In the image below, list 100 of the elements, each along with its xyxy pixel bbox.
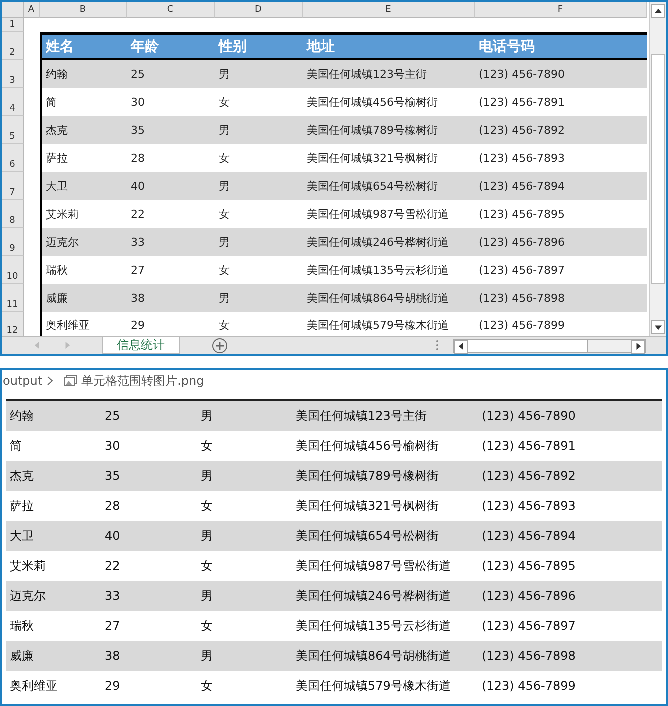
table-cell-text: 杰克 bbox=[9, 468, 35, 484]
table-cell-text: 33 bbox=[104, 588, 122, 605]
table-cell: 美国任何城镇654号松树街 bbox=[303, 172, 475, 200]
row-header[interactable]: 1 bbox=[2, 18, 24, 32]
table-cell: 威廉 bbox=[40, 284, 127, 312]
row-header[interactable]: 7 bbox=[2, 172, 24, 200]
previous-sheet-disabled-icon bbox=[34, 342, 40, 349]
table-cell-text: (123) 456-7899 bbox=[481, 678, 577, 695]
scroll-up-icon bbox=[654, 8, 662, 14]
column-header[interactable]: F bbox=[475, 2, 647, 18]
splitter-icon[interactable] bbox=[436, 340, 439, 351]
header-cell: 年龄 bbox=[127, 32, 215, 60]
header-cell: 姓名 bbox=[40, 32, 127, 60]
table-cell-text: 女 bbox=[200, 438, 214, 454]
table-cell-text: 美国任何城镇987号雪松街道 bbox=[295, 558, 452, 574]
column-header[interactable]: A bbox=[24, 2, 40, 18]
table-cell-text: 男 bbox=[200, 588, 214, 604]
table-cell-text: 女 bbox=[200, 618, 214, 634]
table-cell: 美国任何城镇246号桦树街道 bbox=[303, 228, 475, 256]
row-header[interactable]: 3 bbox=[2, 60, 24, 88]
image-file-icon bbox=[64, 375, 78, 387]
scroll-right-icon bbox=[634, 343, 642, 350]
row-header[interactable]: 9 bbox=[2, 228, 24, 256]
table-cell-text: 美国任何城镇789号橡树街 bbox=[295, 468, 440, 484]
next-sheet-disabled-icon bbox=[64, 342, 70, 349]
table-cell: (123) 456-7892 bbox=[475, 116, 647, 144]
scroll-down-icon bbox=[654, 324, 662, 330]
vertical-scrollbar[interactable] bbox=[649, 2, 666, 336]
row-header[interactable]: 12 bbox=[2, 312, 24, 336]
table-cell-text: 美国任何城镇321号枫树街 bbox=[295, 498, 440, 514]
table-cell-text: (123) 456-7890 bbox=[481, 408, 577, 425]
row-header[interactable]: 4 bbox=[2, 88, 24, 116]
table-cell-text: 男 bbox=[200, 648, 214, 664]
table-cell-text: 30 bbox=[104, 438, 122, 455]
table-cell: 33 bbox=[127, 228, 215, 256]
table-cell: 大卫 bbox=[40, 172, 127, 200]
table-cell-text: (123) 456-7898 bbox=[481, 648, 577, 665]
table-cell-text: 大卫 bbox=[9, 528, 35, 544]
table-cell-text: 萨拉 bbox=[9, 498, 35, 514]
add-sheet-icon[interactable] bbox=[212, 338, 228, 354]
table-cell: (123) 456-7896 bbox=[475, 228, 647, 256]
table-cell-text: (123) 456-7892 bbox=[481, 468, 577, 485]
table-cell-text: 29 bbox=[104, 678, 122, 695]
table-cell-text: 38 bbox=[104, 648, 122, 665]
table-cell: 美国任何城镇123号主街 bbox=[303, 60, 475, 88]
table-cell-text: 简 bbox=[9, 438, 23, 454]
table-cell-text: (123) 456-7891 bbox=[481, 438, 577, 455]
table-cell-text: 美国任何城镇456号榆树街 bbox=[295, 438, 440, 454]
table-cell: 男 bbox=[215, 228, 303, 256]
table-cell-text: 男 bbox=[200, 468, 214, 484]
table-cell: (123) 456-7890 bbox=[475, 60, 647, 88]
table-cell-text: 27 bbox=[104, 618, 122, 635]
table-cell-text: (123) 456-7893 bbox=[481, 498, 577, 515]
select-all-corner[interactable] bbox=[2, 2, 24, 18]
header-cell: 地址 bbox=[303, 32, 475, 60]
table-cell-text: 40 bbox=[104, 528, 122, 545]
row-header[interactable]: 11 bbox=[2, 284, 24, 312]
table-cell-text: 女 bbox=[200, 498, 214, 514]
table-cell-text: 美国任何城镇246号桦树街道 bbox=[295, 588, 452, 604]
table-cell-text: 约翰 bbox=[9, 408, 35, 424]
row-header[interactable]: 8 bbox=[2, 200, 24, 228]
table-cell-text: 威廉 bbox=[9, 648, 35, 664]
table-cell-text: 22 bbox=[104, 558, 122, 575]
column-header[interactable]: D bbox=[215, 2, 303, 18]
table-cell-text: 奥利维亚 bbox=[9, 678, 59, 694]
table-cell-text: 28 bbox=[104, 498, 122, 515]
chevron-icon bbox=[46, 376, 54, 386]
table-cell: 25 bbox=[127, 60, 215, 88]
table-cell: (123) 456-7898 bbox=[475, 284, 647, 312]
table-cell: 男 bbox=[215, 116, 303, 144]
row-header[interactable]: 5 bbox=[2, 116, 24, 144]
breadcrumb-folder[interactable]: output bbox=[3, 374, 43, 388]
table-cell-text: 美国任何城镇123号主街 bbox=[295, 408, 428, 424]
table-cell-text: 男 bbox=[200, 408, 214, 424]
row-header[interactable]: 6 bbox=[2, 144, 24, 172]
row-header[interactable]: 2 bbox=[2, 32, 24, 60]
table-cell-text: 男 bbox=[200, 528, 214, 544]
column-header[interactable]: C bbox=[127, 2, 215, 18]
table-cell: 男 bbox=[215, 172, 303, 200]
table-cell: 约翰 bbox=[40, 60, 127, 88]
table-cell-text: 女 bbox=[200, 678, 214, 694]
table-cell-text: 美国任何城镇579号橡木街道 bbox=[295, 678, 452, 694]
table-cell-text: (123) 456-7896 bbox=[481, 588, 577, 605]
table-cell: 35 bbox=[127, 116, 215, 144]
column-header[interactable]: B bbox=[40, 2, 127, 18]
table-cell-text: 女 bbox=[200, 558, 214, 574]
sheet-tab[interactable]: 信息统计 bbox=[102, 337, 180, 354]
table-cell-text: 美国任何城镇135号云杉街道 bbox=[295, 618, 452, 634]
table-cell-text: 迈克尔 bbox=[9, 588, 47, 604]
table-cell-text: (123) 456-7895 bbox=[481, 558, 577, 575]
table-cell-text: 35 bbox=[104, 468, 122, 485]
breadcrumb-file[interactable]: 单元格范围转图片.png bbox=[82, 372, 204, 390]
horizontal-scrollbar[interactable] bbox=[453, 338, 646, 352]
header-cell: 电话号码 bbox=[475, 32, 647, 60]
table-cell: (123) 456-7894 bbox=[475, 172, 647, 200]
row-header[interactable]: 10 bbox=[2, 256, 24, 284]
table-cell-text: (123) 456-7894 bbox=[481, 528, 577, 545]
header-cell: 性别 bbox=[215, 32, 303, 60]
column-header[interactable]: E bbox=[303, 2, 475, 18]
table-cell-text: (123) 456-7897 bbox=[481, 618, 577, 635]
